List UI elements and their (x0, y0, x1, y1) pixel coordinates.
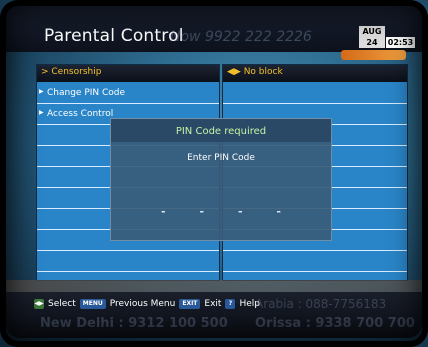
pin-dialog: PIN Code required Enter PIN Code - - - - (110, 118, 332, 241)
exit-hint: Exit (204, 299, 222, 309)
pin-digit-slot[interactable]: - (161, 205, 166, 218)
pin-input[interactable]: - - - - (161, 205, 281, 218)
pin-dialog-header: PIN Code required (111, 119, 331, 142)
background-ghost-text: New Delhi : 9312 100 500 (40, 316, 228, 331)
tv-screen: Parental Control Now 9922 222 2226 AUG 2… (0, 0, 428, 347)
day-label: 24 (359, 37, 385, 48)
list-item (223, 251, 407, 272)
list-item (37, 251, 219, 272)
censorship-panel-header: > Censorship (37, 65, 219, 82)
background-ghost-text: Arabia : 088-7756183 (255, 297, 387, 311)
pin-digit-slot[interactable]: - (199, 205, 204, 218)
page-title: Parental Control (44, 26, 184, 46)
menu-key-icon[interactable]: MENU (79, 299, 106, 309)
menu-item-change-pin[interactable]: ▶ Change PIN Code (37, 83, 219, 104)
help-key-icon[interactable]: ? (225, 299, 236, 309)
orange-accent-tab (341, 50, 406, 60)
item-arrow-icon: ▶ (39, 88, 44, 95)
background-ghost-text: Orissa : 9338 700 700 (255, 316, 415, 331)
background-strip (6, 280, 422, 292)
ok-key-icon: ◀▶ (34, 299, 44, 309)
item-arrow-icon: ▶ (39, 109, 44, 116)
time-label: 02:53 (386, 37, 415, 48)
menu-item-label: Change PIN Code (47, 88, 126, 98)
header-bar: Parental Control Now 9922 222 2226 AUG 2… (6, 6, 422, 60)
previous-menu-hint: Previous Menu (109, 299, 176, 309)
help-hint: Help (239, 299, 260, 309)
select-hint: Select (48, 299, 76, 309)
block-level-header[interactable]: ◀▶ No block (223, 65, 407, 82)
exit-key-icon[interactable]: EXIT (179, 299, 201, 309)
pin-digit-slot[interactable]: - (276, 205, 281, 218)
background-ghost-text: Now 9922 222 2226 (170, 29, 312, 45)
month-label: AUG (359, 26, 385, 37)
list-item (223, 83, 407, 104)
key-hints: ◀▶ Select MENU Previous Menu EXIT Exit ?… (34, 299, 260, 309)
pin-dialog-title: PIN Code required (175, 126, 267, 137)
pin-dialog-prompt: Enter PIN Code (187, 153, 255, 163)
block-level-label: ◀▶ No block (227, 67, 283, 77)
censorship-header-label: > Censorship (41, 67, 102, 77)
date-time-box: AUG 24 02:53 (359, 26, 415, 48)
menu-item-label: Access Control (47, 109, 114, 119)
pin-digit-slot[interactable]: - (238, 205, 243, 218)
